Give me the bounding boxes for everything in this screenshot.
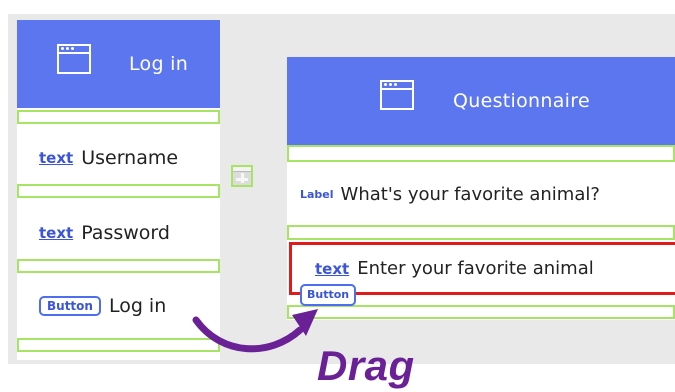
drag-annotation: Drag bbox=[317, 342, 415, 389]
drag-arrow bbox=[192, 309, 318, 353]
